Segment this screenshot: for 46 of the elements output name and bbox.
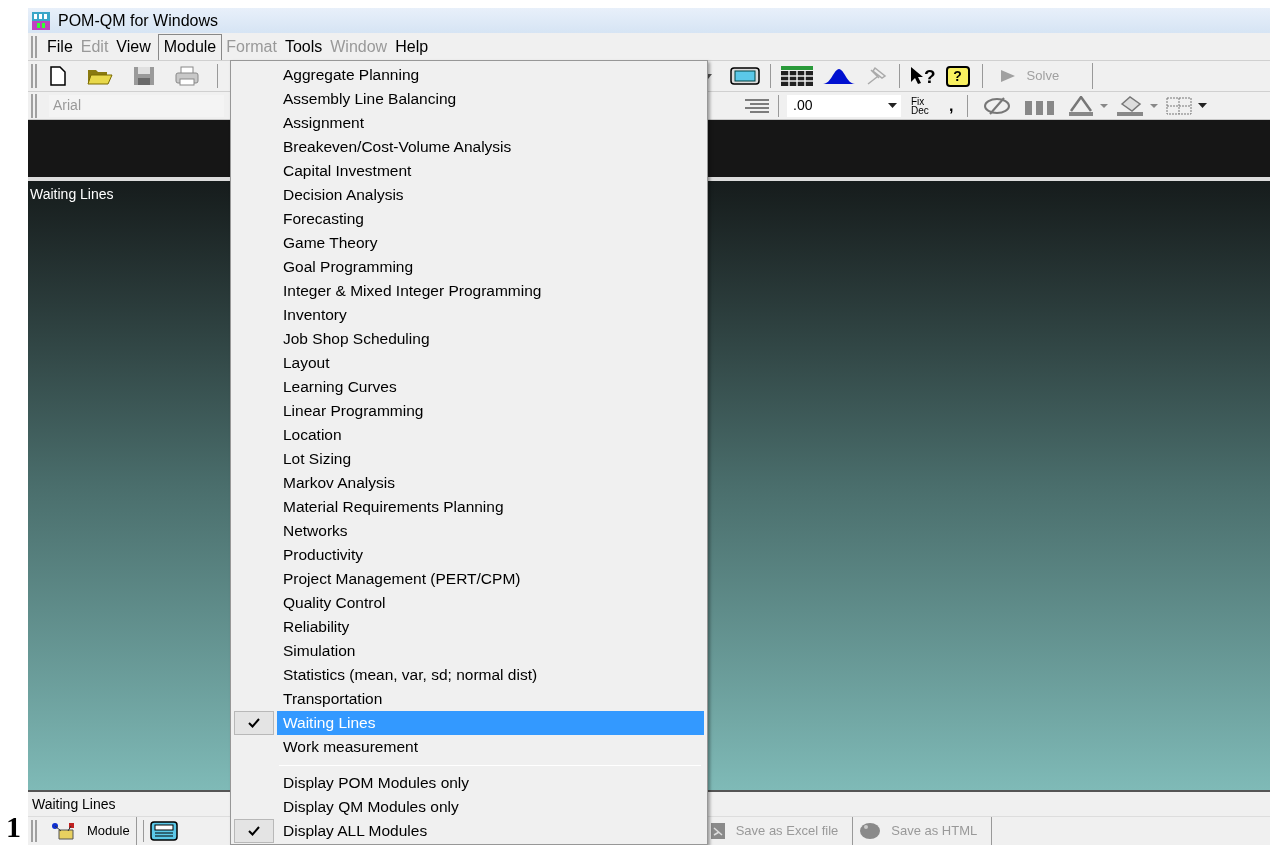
menu-option[interactable]: Game Theory xyxy=(277,231,704,255)
menu-option[interactable]: Display POM Modules only xyxy=(277,771,704,795)
toolbar-button[interactable]: Module xyxy=(45,817,137,845)
menu-option[interactable]: Breakeven/Cost-Volume Analysis xyxy=(277,135,704,159)
format-field[interactable]: .00 xyxy=(787,94,901,117)
menu-option[interactable]: Integer & Mixed Integer Programming xyxy=(277,279,704,303)
menu-option[interactable]: Statistics (mean, var, sd; normal dist) xyxy=(277,663,704,687)
menu-item[interactable]: File xyxy=(43,33,77,60)
menu-item[interactable]: Tools xyxy=(280,33,327,60)
menu-option[interactable]: Lot Sizing xyxy=(277,447,704,471)
menu-option[interactable]: Location xyxy=(277,423,704,447)
window-title: POM-QM for Windows xyxy=(58,10,218,31)
menu-option[interactable]: Simulation xyxy=(277,639,704,663)
menu-option[interactable]: Material Requirements Planning xyxy=(277,495,704,519)
menu-option[interactable]: Display ALL Modules xyxy=(277,819,704,843)
comma-button[interactable]: , xyxy=(949,93,954,118)
menu-option[interactable]: Markov Analysis xyxy=(277,471,704,495)
menu-option[interactable]: Linear Programming xyxy=(277,399,704,423)
menu-option[interactable]: Display QM Modules only xyxy=(277,795,704,819)
menu-option[interactable]: Inventory xyxy=(277,303,704,327)
menu-option[interactable]: Project Management (PERT/CPM) xyxy=(277,567,704,591)
menu-option[interactable]: Productivity xyxy=(277,543,704,567)
page-number: 1 xyxy=(6,812,21,842)
menu-option[interactable]: Assignment xyxy=(277,111,704,135)
menu-item[interactable]: Help xyxy=(391,33,433,60)
menu-item[interactable]: Module xyxy=(157,33,223,60)
whats-this-button[interactable]: ? xyxy=(910,64,936,88)
menu-option[interactable]: Forecasting xyxy=(277,207,704,231)
menu-option[interactable]: Quality Control xyxy=(277,591,704,615)
menu-option[interactable]: Decision Analysis xyxy=(277,183,704,207)
menu-option[interactable]: Capital Investment xyxy=(277,159,704,183)
menu-option[interactable]: Assembly Line Balancing xyxy=(277,87,704,111)
menu-option[interactable]: Transportation xyxy=(277,687,704,711)
menu-option[interactable]: Reliability xyxy=(277,615,704,639)
fix-dec-button[interactable]: Fix Dec xyxy=(911,96,939,115)
menu-item[interactable]: View xyxy=(112,33,155,60)
menu-option[interactable]: Networks xyxy=(277,519,704,543)
help-button[interactable]: ? xyxy=(945,65,970,87)
menu-option[interactable]: Work measurement xyxy=(277,735,704,759)
menu-option[interactable]: Layout xyxy=(277,351,704,375)
menu-option[interactable]: Goal Programming xyxy=(277,255,704,279)
panel-title: Waiting Lines xyxy=(30,186,114,202)
status-text: Waiting Lines xyxy=(32,794,116,814)
menu-option[interactable]: Job Shop Scheduling xyxy=(277,327,704,351)
menu-option[interactable]: Aggregate Planning xyxy=(277,63,704,87)
menu-option[interactable]: Learning Curves xyxy=(277,375,704,399)
